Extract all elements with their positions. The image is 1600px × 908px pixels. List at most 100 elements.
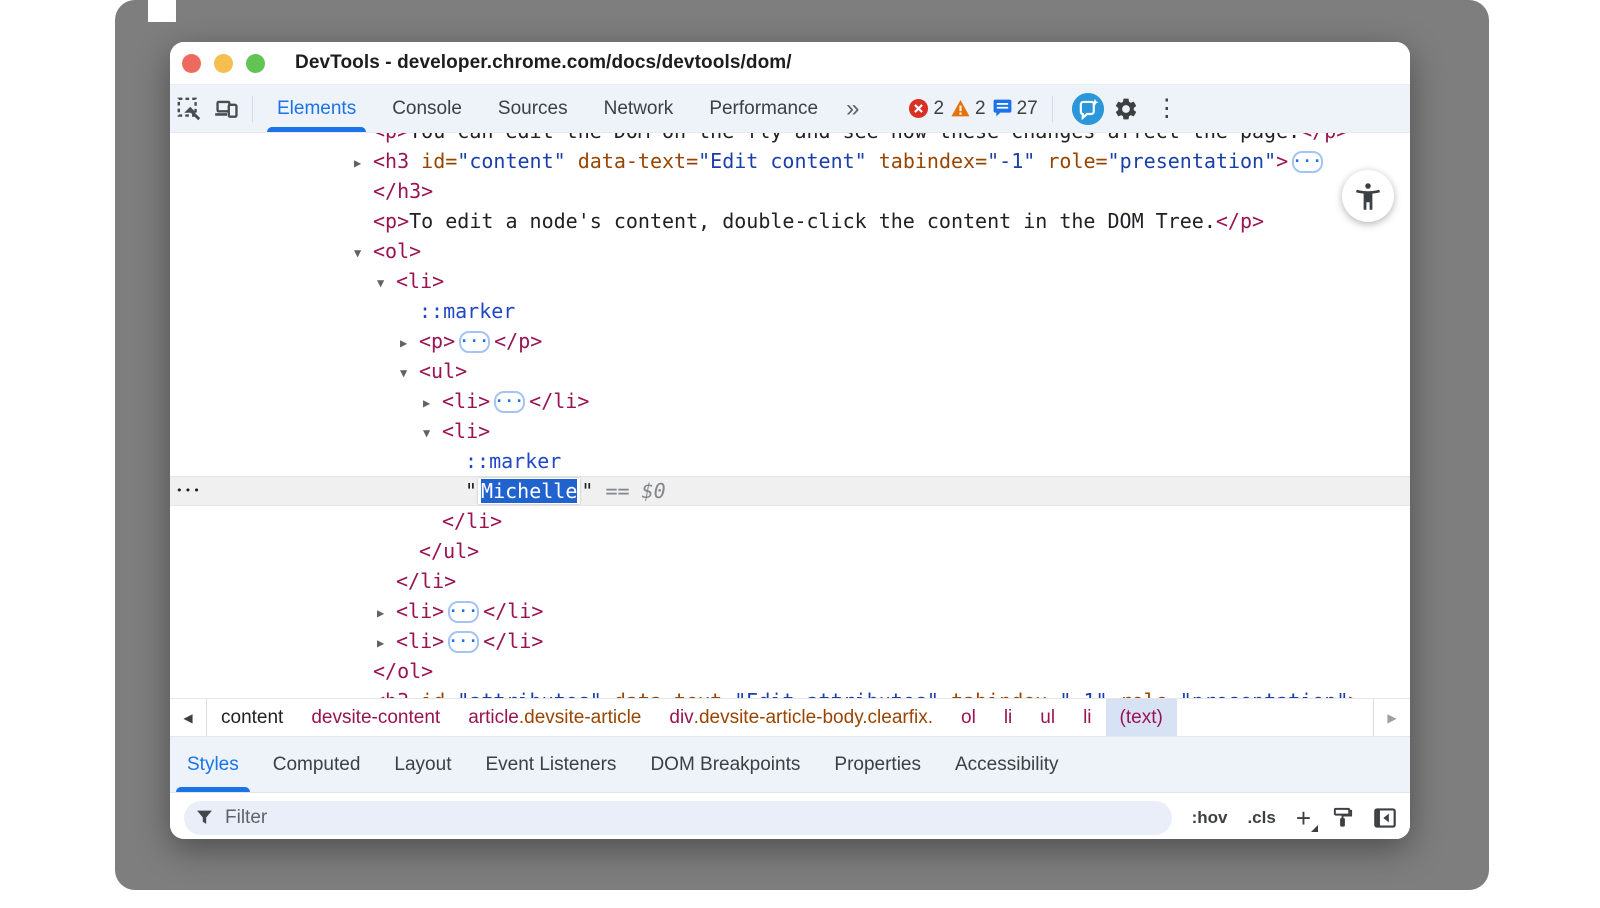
- devtools-window: DevTools - developer.chrome.com/docs/dev…: [170, 42, 1410, 839]
- tab-sources[interactable]: Sources: [480, 85, 586, 132]
- dom-tree-row[interactable]: ▼<li>: [170, 416, 1410, 446]
- traffic-lights: [182, 54, 265, 73]
- tab-properties[interactable]: Properties: [817, 737, 938, 792]
- dom-token-tag: <p>: [419, 329, 455, 353]
- dom-token-val: "content": [457, 149, 565, 173]
- filter-pill[interactable]: [184, 801, 1172, 835]
- dom-tree-row[interactable]: </li>: [170, 506, 1410, 536]
- ai-assistance-icon[interactable]: [1071, 92, 1105, 126]
- dom-token-tag: >: [1276, 149, 1288, 173]
- dom-tree-row[interactable]: <p>To edit a node's content, double-clic…: [170, 206, 1410, 236]
- titlebar: DevTools - developer.chrome.com/docs/dev…: [170, 42, 1410, 85]
- styles-filter-bar: :hov .cls +: [170, 792, 1410, 839]
- breadcrumb-item[interactable]: content: [207, 699, 297, 736]
- ellipsis-button[interactable]: ···: [494, 391, 525, 413]
- ellipsis-button[interactable]: ···: [448, 631, 479, 653]
- dom-token-tag: >: [1348, 689, 1360, 698]
- dom-tree-row[interactable]: ▶<h3 id="attributes" data-text="Edit att…: [170, 686, 1410, 698]
- close-button[interactable]: [182, 54, 201, 73]
- warnings-badge[interactable]: 2: [951, 98, 986, 120]
- disclosure-arrow[interactable]: ▶: [377, 628, 396, 658]
- tab-performance[interactable]: Performance: [691, 85, 836, 132]
- dom-token-q: ": [581, 479, 593, 503]
- dom-token-tag: <li>: [442, 419, 490, 443]
- gear-icon[interactable]: [1109, 92, 1143, 126]
- toggle-classes-button[interactable]: .cls: [1247, 808, 1275, 828]
- disclosure-arrow[interactable]: ▼: [400, 358, 419, 388]
- dom-tree-row[interactable]: ::marker: [170, 446, 1410, 476]
- dom-tree-row[interactable]: </ul>: [170, 536, 1410, 566]
- ellipsis-button[interactable]: ···: [459, 331, 490, 353]
- dom-tree-row[interactable]: ▶<p>···</p>: [170, 326, 1410, 356]
- disclosure-arrow[interactable]: ▶: [400, 328, 419, 358]
- dom-tree-row[interactable]: •••"Michelle" == $0: [170, 476, 1410, 506]
- breadcrumb-item[interactable]: ol: [947, 699, 990, 736]
- messages-badge[interactable]: 27: [993, 98, 1038, 120]
- disclosure-arrow[interactable]: ▶: [354, 688, 373, 698]
- breadcrumb-item[interactable]: li: [990, 699, 1026, 736]
- accessibility-fab[interactable]: [1342, 170, 1394, 222]
- panel-toggle-icon[interactable]: [1374, 808, 1396, 828]
- tab-layout[interactable]: Layout: [377, 737, 468, 792]
- new-style-rule-button[interactable]: +: [1296, 805, 1311, 831]
- dom-tree-row[interactable]: ▼<ul>: [170, 356, 1410, 386]
- breadcrumb-item[interactable]: article.devsite-article: [454, 699, 655, 736]
- tab-event-listeners[interactable]: Event Listeners: [468, 737, 633, 792]
- tab-dom-breakpoints[interactable]: DOM Breakpoints: [633, 737, 817, 792]
- breadcrumb-item[interactable]: (text): [1106, 699, 1177, 736]
- tab-styles[interactable]: Styles: [170, 737, 256, 792]
- breadcrumb-item[interactable]: li: [1069, 699, 1105, 736]
- ellipsis-button[interactable]: ···: [448, 601, 479, 623]
- device-toolbar-icon[interactable]: [210, 92, 244, 126]
- disclosure-arrow[interactable]: ▼: [377, 268, 396, 298]
- dom-token-txt: You can edit the DOM on the fly and see …: [409, 133, 1300, 143]
- dom-tree-row[interactable]: ▶<h3 id="content" data-text="Edit conten…: [170, 146, 1410, 176]
- disclosure-arrow[interactable]: ▶: [354, 148, 373, 178]
- dom-tree-row[interactable]: </li>: [170, 566, 1410, 596]
- selected-text: Michelle: [481, 479, 577, 503]
- inline-edit-box[interactable]: Michelle: [478, 478, 580, 504]
- dom-tree-row[interactable]: ▼<ol>: [170, 236, 1410, 266]
- toggle-hover-state-button[interactable]: :hov: [1192, 808, 1228, 828]
- dom-tree-row[interactable]: </ol>: [170, 656, 1410, 686]
- zoom-button[interactable]: [246, 54, 265, 73]
- crumb-segment: .devsite-article: [519, 707, 642, 729]
- inspect-element-icon[interactable]: [172, 92, 206, 126]
- dom-tree-row[interactable]: </h3>: [170, 176, 1410, 206]
- tab-console[interactable]: Console: [374, 85, 480, 132]
- breadcrumb-scroll-left[interactable]: ◀: [170, 699, 207, 736]
- dom-tree-row[interactable]: <p>You can edit the DOM on the fly and s…: [170, 133, 1410, 146]
- crumb-segment: article: [468, 707, 519, 729]
- dom-tree-row[interactable]: ▶<li>···</li>: [170, 386, 1410, 416]
- breadcrumb-item[interactable]: devsite-content: [297, 699, 454, 736]
- issue-badges: 2 2 27: [909, 98, 1037, 120]
- breadcrumb-scroll-right[interactable]: ▶: [1373, 699, 1410, 736]
- breadcrumb-item[interactable]: div.devsite-article-body.clearfix.: [655, 699, 947, 736]
- dom-token-tag: <ul>: [419, 359, 467, 383]
- dom-tree-row[interactable]: ▼<li>: [170, 266, 1410, 296]
- more-tabs-button[interactable]: »: [836, 97, 869, 121]
- disclosure-arrow[interactable]: ▼: [423, 418, 442, 448]
- errors-badge[interactable]: 2: [909, 98, 944, 120]
- minimize-button[interactable]: [214, 54, 233, 73]
- breadcrumb-bar: ◀ contentdevsite-contentarticle.devsite-…: [170, 698, 1410, 736]
- paint-brush-icon[interactable]: [1331, 806, 1354, 829]
- row-actions-dots[interactable]: •••: [176, 476, 202, 506]
- dom-tree-row[interactable]: ::marker: [170, 296, 1410, 326]
- disclosure-arrow[interactable]: ▼: [354, 238, 373, 268]
- dom-tree-row[interactable]: ▶<li>···</li>: [170, 596, 1410, 626]
- filter-input[interactable]: [223, 806, 1160, 830]
- tab-network[interactable]: Network: [586, 85, 692, 132]
- error-icon: [909, 99, 928, 118]
- disclosure-arrow[interactable]: ▶: [377, 598, 396, 628]
- breadcrumb-item[interactable]: ul: [1026, 699, 1069, 736]
- three-dot-menu-icon[interactable]: ⋮: [1145, 94, 1189, 123]
- tab-accessibility[interactable]: Accessibility: [938, 737, 1075, 792]
- crumb-segment: ul: [1040, 707, 1055, 729]
- dom-tree-row[interactable]: ▶<li>···</li>: [170, 626, 1410, 656]
- tab-computed[interactable]: Computed: [256, 737, 378, 792]
- dom-token-attr: role=: [1108, 689, 1180, 698]
- tab-elements[interactable]: Elements: [259, 85, 374, 132]
- ellipsis-button[interactable]: ···: [1292, 151, 1323, 173]
- disclosure-arrow[interactable]: ▶: [423, 388, 442, 418]
